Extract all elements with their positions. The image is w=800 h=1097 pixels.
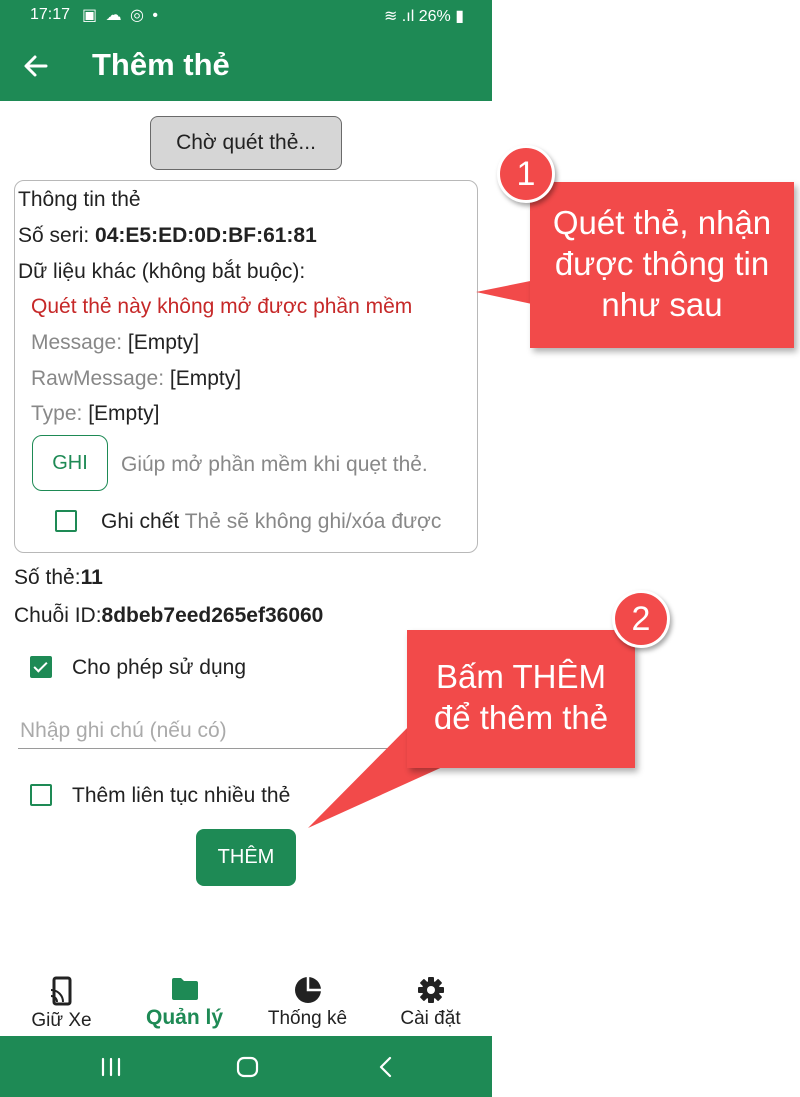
callout-1-number: 1	[497, 145, 555, 203]
callout-2-number: 2	[612, 590, 670, 648]
callout-2-line: Bấm THÊM	[436, 658, 606, 695]
callout-1-line: Quét thẻ, nhận	[552, 204, 772, 241]
callout-2-box: Bấm THÊM để thêm thẻ	[407, 630, 635, 768]
callout-pointers	[308, 275, 560, 828]
callout-1-box: Quét thẻ, nhận được thông tin như sau	[530, 182, 794, 348]
callout-1-line: như sau	[601, 286, 723, 323]
callout-1-line: được thông tin	[554, 245, 770, 282]
callout-2-line: để thêm thẻ	[433, 699, 609, 736]
